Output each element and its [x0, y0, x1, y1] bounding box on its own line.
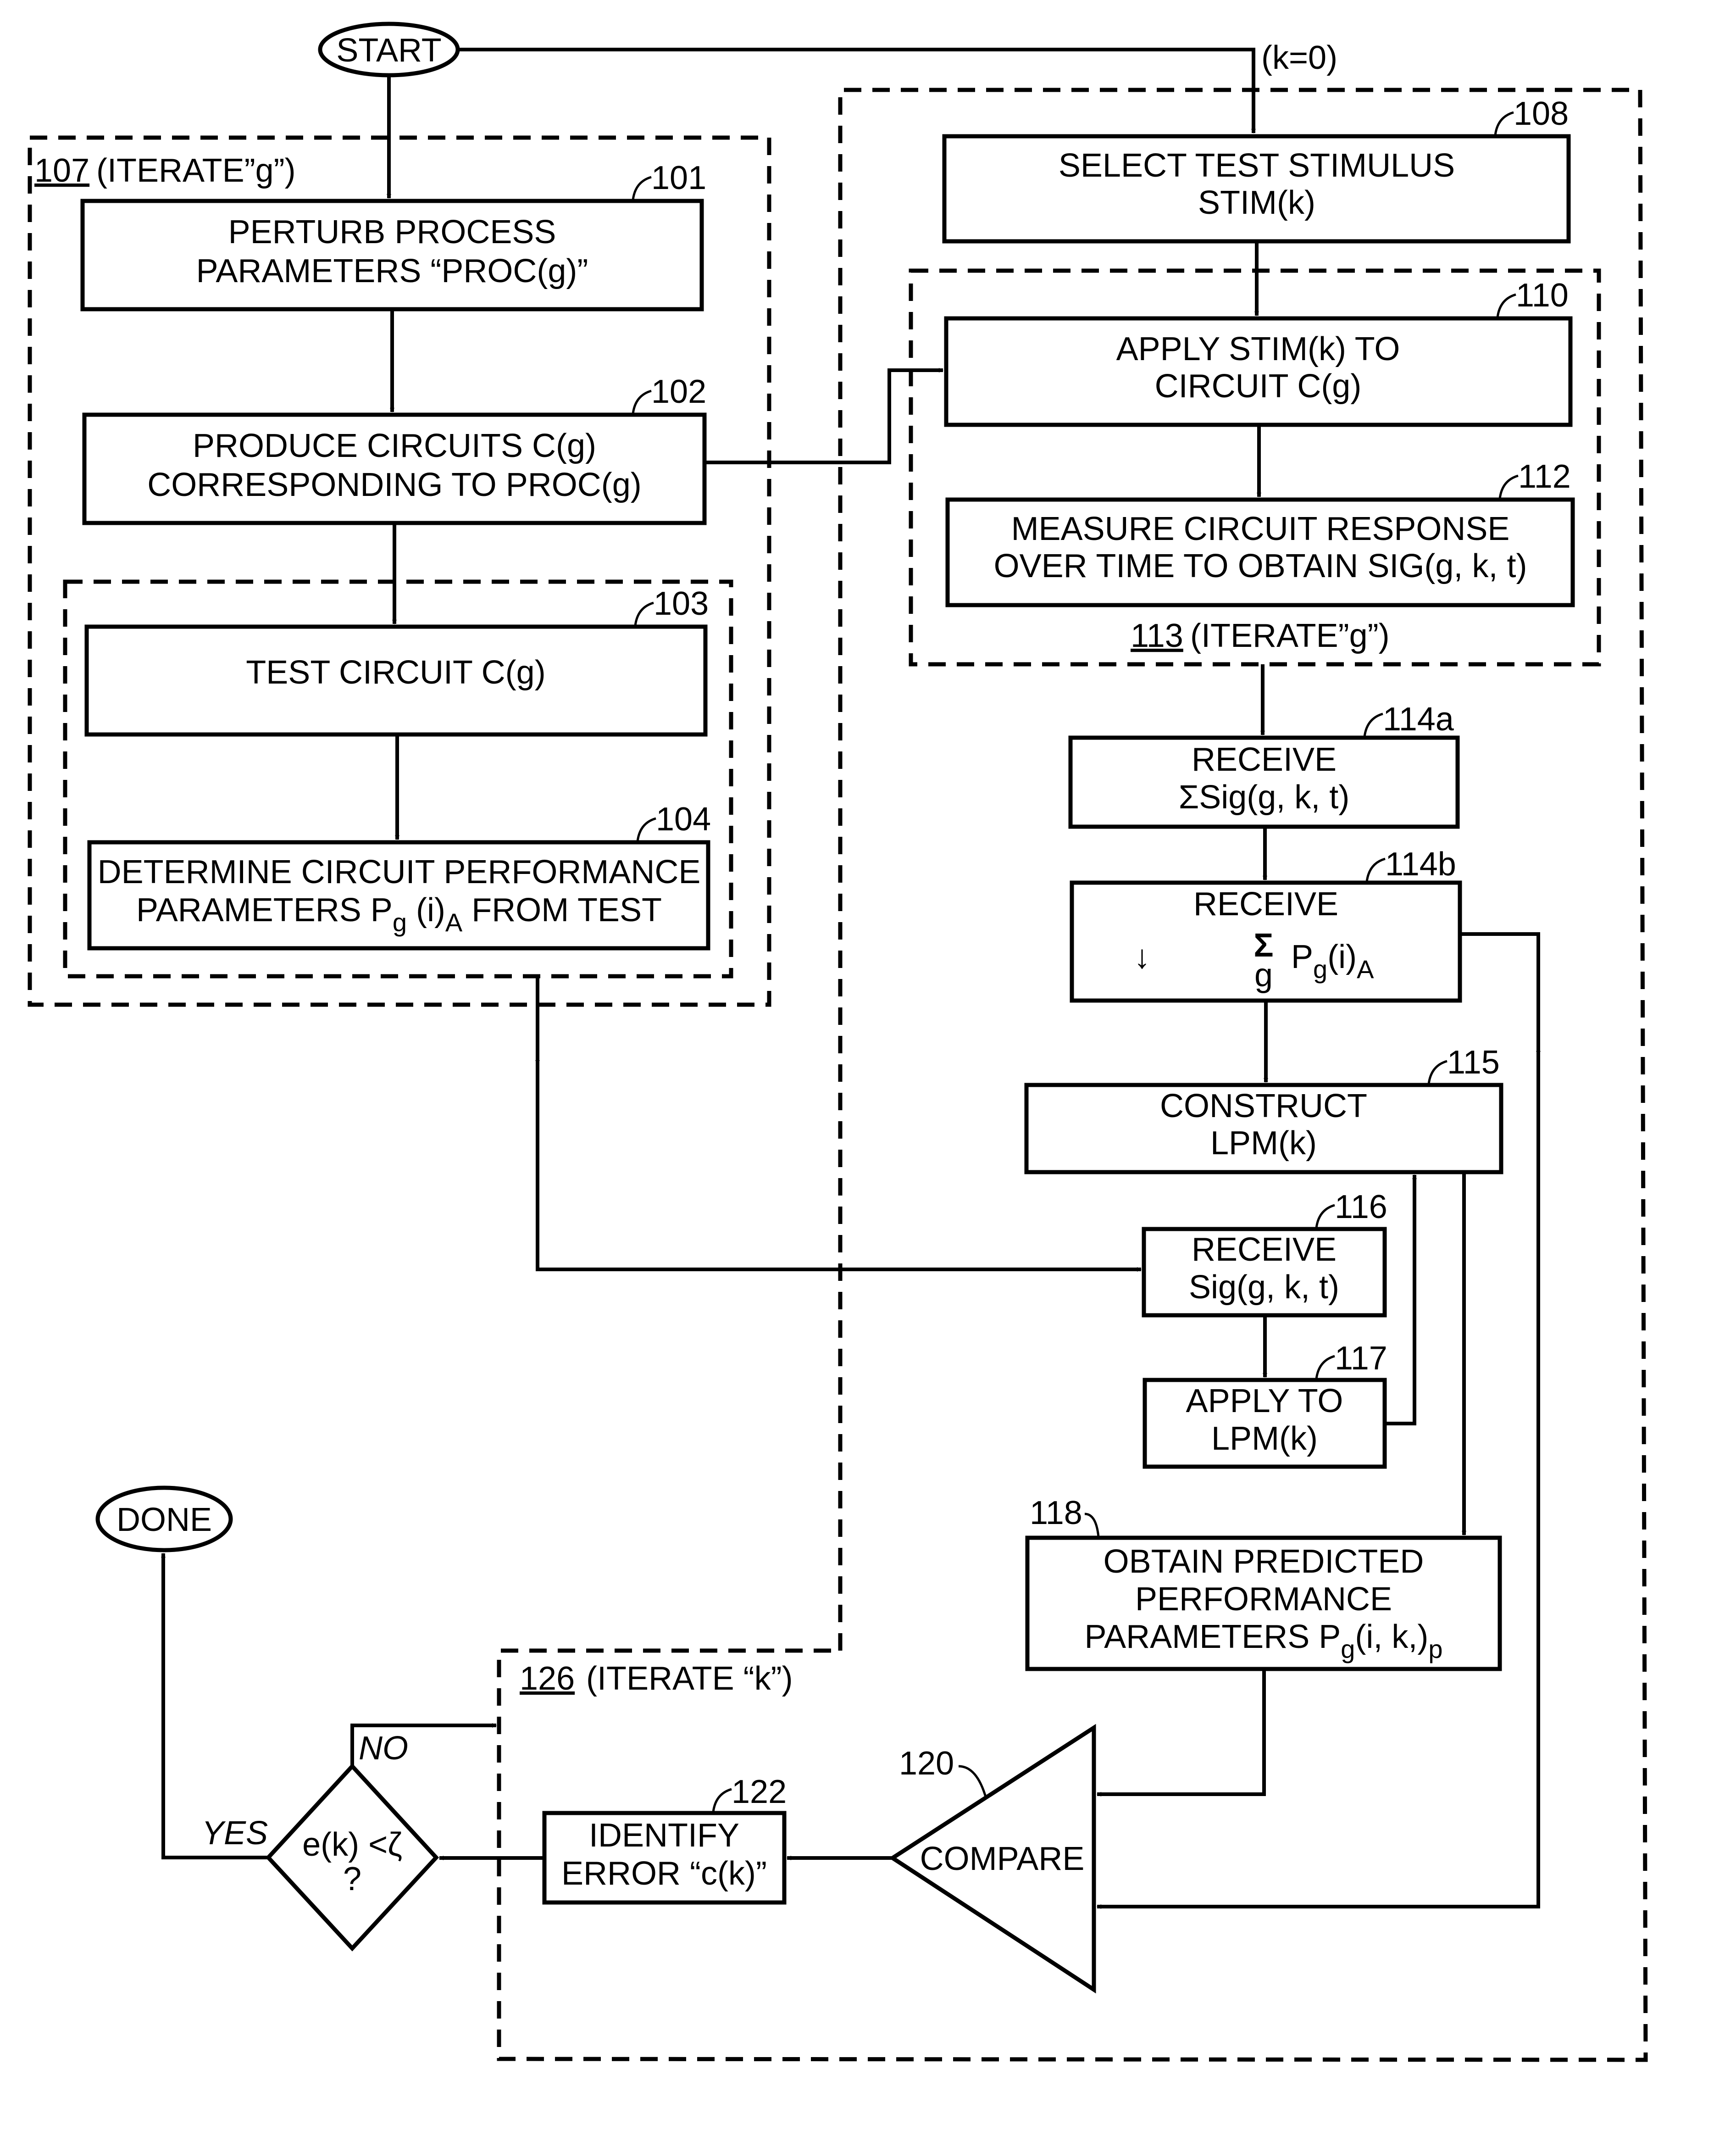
- svg-text:PERTURB PROCESS: PERTURB PROCESS: [228, 214, 556, 250]
- svg-text:Sig(g, k, t): Sig(g, k, t): [1189, 1269, 1339, 1306]
- connector-decision-yes: [161, 1553, 268, 1859]
- ref-110: 110: [1516, 277, 1569, 314]
- svg-text:CONSTRUCT: CONSTRUCT: [1160, 1088, 1367, 1124]
- leader-117: [1315, 1355, 1335, 1379]
- step-117-apply-to-lpm: APPLY TO LPM(k): [1143, 1378, 1387, 1469]
- ref-114a: 114a: [1383, 701, 1454, 738]
- ref-103: 103: [654, 585, 709, 622]
- svg-text:COMPARE: COMPARE: [920, 1841, 1085, 1877]
- done-terminal: DONE: [95, 1485, 233, 1552]
- connector-114b-to-compare: [1460, 932, 1541, 1056]
- svg-text:APPLY STIM(k) TO: APPLY STIM(k) TO: [1116, 331, 1400, 367]
- svg-text:APPLY TO: APPLY TO: [1186, 1383, 1343, 1419]
- connector-114b-to-compare-b: [1097, 1051, 1540, 1909]
- step-118-obtain-predicted: OBTAIN PREDICTED PERFORMANCE PARAMETERS …: [1025, 1535, 1502, 1671]
- svg-text:PRODUCE CIRCUITS C(g): PRODUCE CIRCUITS C(g): [193, 428, 596, 464]
- leader-101: [632, 176, 652, 200]
- leader-104: [636, 817, 656, 842]
- svg-text:LPM(k): LPM(k): [1211, 1420, 1318, 1457]
- ref-116: 116: [1335, 1189, 1387, 1225]
- svg-text:RECEIVE: RECEIVE: [1192, 1231, 1337, 1268]
- svg-text:?: ?: [343, 1861, 361, 1897]
- svg-text:ERROR “c(k)”: ERROR “c(k)”: [561, 1855, 767, 1892]
- svg-text:MEASURE CIRCUIT RESPONSE: MEASURE CIRCUIT RESPONSE: [1011, 511, 1510, 547]
- svg-text:e(k) <ζ: e(k) <ζ: [302, 1826, 402, 1863]
- connector-102-to-110: [704, 368, 943, 464]
- svg-text:DETERMINE CIRCUIT PERFORMANCE: DETERMINE CIRCUIT PERFORMANCE: [98, 854, 701, 890]
- svg-text:g: g: [1254, 957, 1273, 994]
- step-114a-receive-sum-sig: RECEIVE ΣSig(g, k, t): [1068, 735, 1460, 829]
- region-107-label: (ITERATE”g”): [96, 152, 296, 189]
- svg-text:LPM(k): LPM(k): [1210, 1125, 1317, 1162]
- svg-text:DONE: DONE: [116, 1502, 212, 1538]
- svg-text:RECEIVE: RECEIVE: [1193, 886, 1338, 923]
- svg-text:OVER TIME TO OBTAIN SIG(g, k,: OVER TIME TO OBTAIN SIG(g, k, t): [994, 548, 1527, 584]
- decision-error-threshold: e(k) <ζ ?: [265, 1763, 439, 1952]
- step-116-receive-sig: RECEIVE Sig(g, k, t): [1142, 1227, 1387, 1318]
- svg-text:TEST CIRCUIT C(g): TEST CIRCUIT C(g): [246, 654, 545, 691]
- step-114b-receive-sum-params: RECEIVE ↓ Σ g Pg(i)A: [1070, 880, 1462, 1003]
- svg-text:OBTAIN PREDICTED: OBTAIN PREDICTED: [1104, 1543, 1424, 1580]
- connector-118-to-compare: [1097, 1669, 1266, 1797]
- region-126-ref: 126: [520, 1660, 575, 1697]
- region-113-ref: 113: [1131, 617, 1183, 654]
- leader-112: [1498, 474, 1519, 499]
- flowchart-diagram: 107 (ITERATE”g”) 113 (ITERATE”g”) 126 (I…: [28, 22, 1648, 2062]
- connector-117-to-115: [1385, 1174, 1417, 1425]
- svg-text:PERFORMANCE: PERFORMANCE: [1135, 1581, 1392, 1618]
- ref-122: 122: [732, 1774, 787, 1810]
- leader-115: [1427, 1060, 1448, 1085]
- leader-103: [634, 601, 654, 626]
- leader-102: [632, 389, 652, 414]
- region-126-label: (ITERATE “k”): [586, 1660, 793, 1697]
- leader-114b: [1365, 857, 1386, 882]
- step-103-test-circuit: TEST CIRCUIT C(g): [84, 624, 708, 737]
- down-arrow-icon: ↓: [1134, 939, 1150, 975]
- svg-text:STIM(k): STIM(k): [1198, 184, 1315, 221]
- start-terminal: START: [318, 22, 460, 78]
- ref-115: 115: [1447, 1044, 1500, 1081]
- ref-102: 102: [651, 373, 706, 410]
- region-113-label: (ITERATE”g”): [1190, 617, 1390, 654]
- leader-122: [712, 1788, 732, 1813]
- ref-108: 108: [1514, 95, 1569, 132]
- svg-text:PARAMETERS “PROC(g)”: PARAMETERS “PROC(g)”: [196, 253, 588, 289]
- ref-101: 101: [651, 160, 706, 196]
- svg-text:SELECT TEST STIMULUS: SELECT TEST STIMULUS: [1059, 147, 1455, 184]
- decision-yes-label: YES: [202, 1815, 268, 1852]
- ref-104: 104: [656, 801, 711, 838]
- region-107-ref: 107: [34, 152, 89, 189]
- step-122-identify-error: IDENTIFY ERROR “c(k)”: [542, 1811, 787, 1905]
- svg-text:CIRCUIT C(g): CIRCUIT C(g): [1155, 368, 1362, 405]
- step-110-apply-stimulus: APPLY STIM(k) TO CIRCUIT C(g): [944, 316, 1573, 427]
- ref-120: 120: [899, 1745, 954, 1782]
- svg-text:ΣSig(g, k, t): ΣSig(g, k, t): [1179, 779, 1350, 816]
- step-104-determine-performance: DETERMINE CIRCUIT PERFORMANCE PARAMETERS…: [87, 840, 710, 951]
- leader-110: [1496, 293, 1516, 318]
- step-101-perturb-process: PERTURB PROCESS PARAMETERS “PROC(g)”: [80, 199, 704, 311]
- ref-112: 112: [1518, 458, 1571, 495]
- leader-116: [1315, 1204, 1335, 1229]
- decision-no-label: NO: [359, 1730, 408, 1767]
- leader-120: [958, 1765, 987, 1799]
- step-115-construct-lpm: CONSTRUCT LPM(k): [1024, 1083, 1503, 1174]
- ref-114b: 114b: [1385, 846, 1456, 883]
- svg-text:IDENTIFY: IDENTIFY: [589, 1817, 739, 1854]
- svg-text:CORRESPONDING TO PROC(g): CORRESPONDING TO PROC(g): [147, 467, 641, 503]
- leader-108: [1494, 111, 1514, 136]
- leader-114a: [1363, 712, 1383, 737]
- leader-118: [1084, 1513, 1100, 1537]
- svg-text:START: START: [336, 32, 441, 69]
- svg-text:RECEIVE: RECEIVE: [1192, 741, 1337, 778]
- ref-117: 117: [1335, 1340, 1387, 1377]
- ref-118: 118: [1030, 1495, 1082, 1531]
- step-108-select-stimulus: SELECT TEST STIMULUS STIM(k): [942, 134, 1571, 244]
- step-112-measure-response: MEASURE CIRCUIT RESPONSE OVER TIME TO OB…: [945, 497, 1575, 607]
- k-init-label: (k=0): [1261, 39, 1337, 76]
- step-102-produce-circuits: PRODUCE CIRCUITS C(g) CORRESPONDING TO P…: [82, 412, 707, 525]
